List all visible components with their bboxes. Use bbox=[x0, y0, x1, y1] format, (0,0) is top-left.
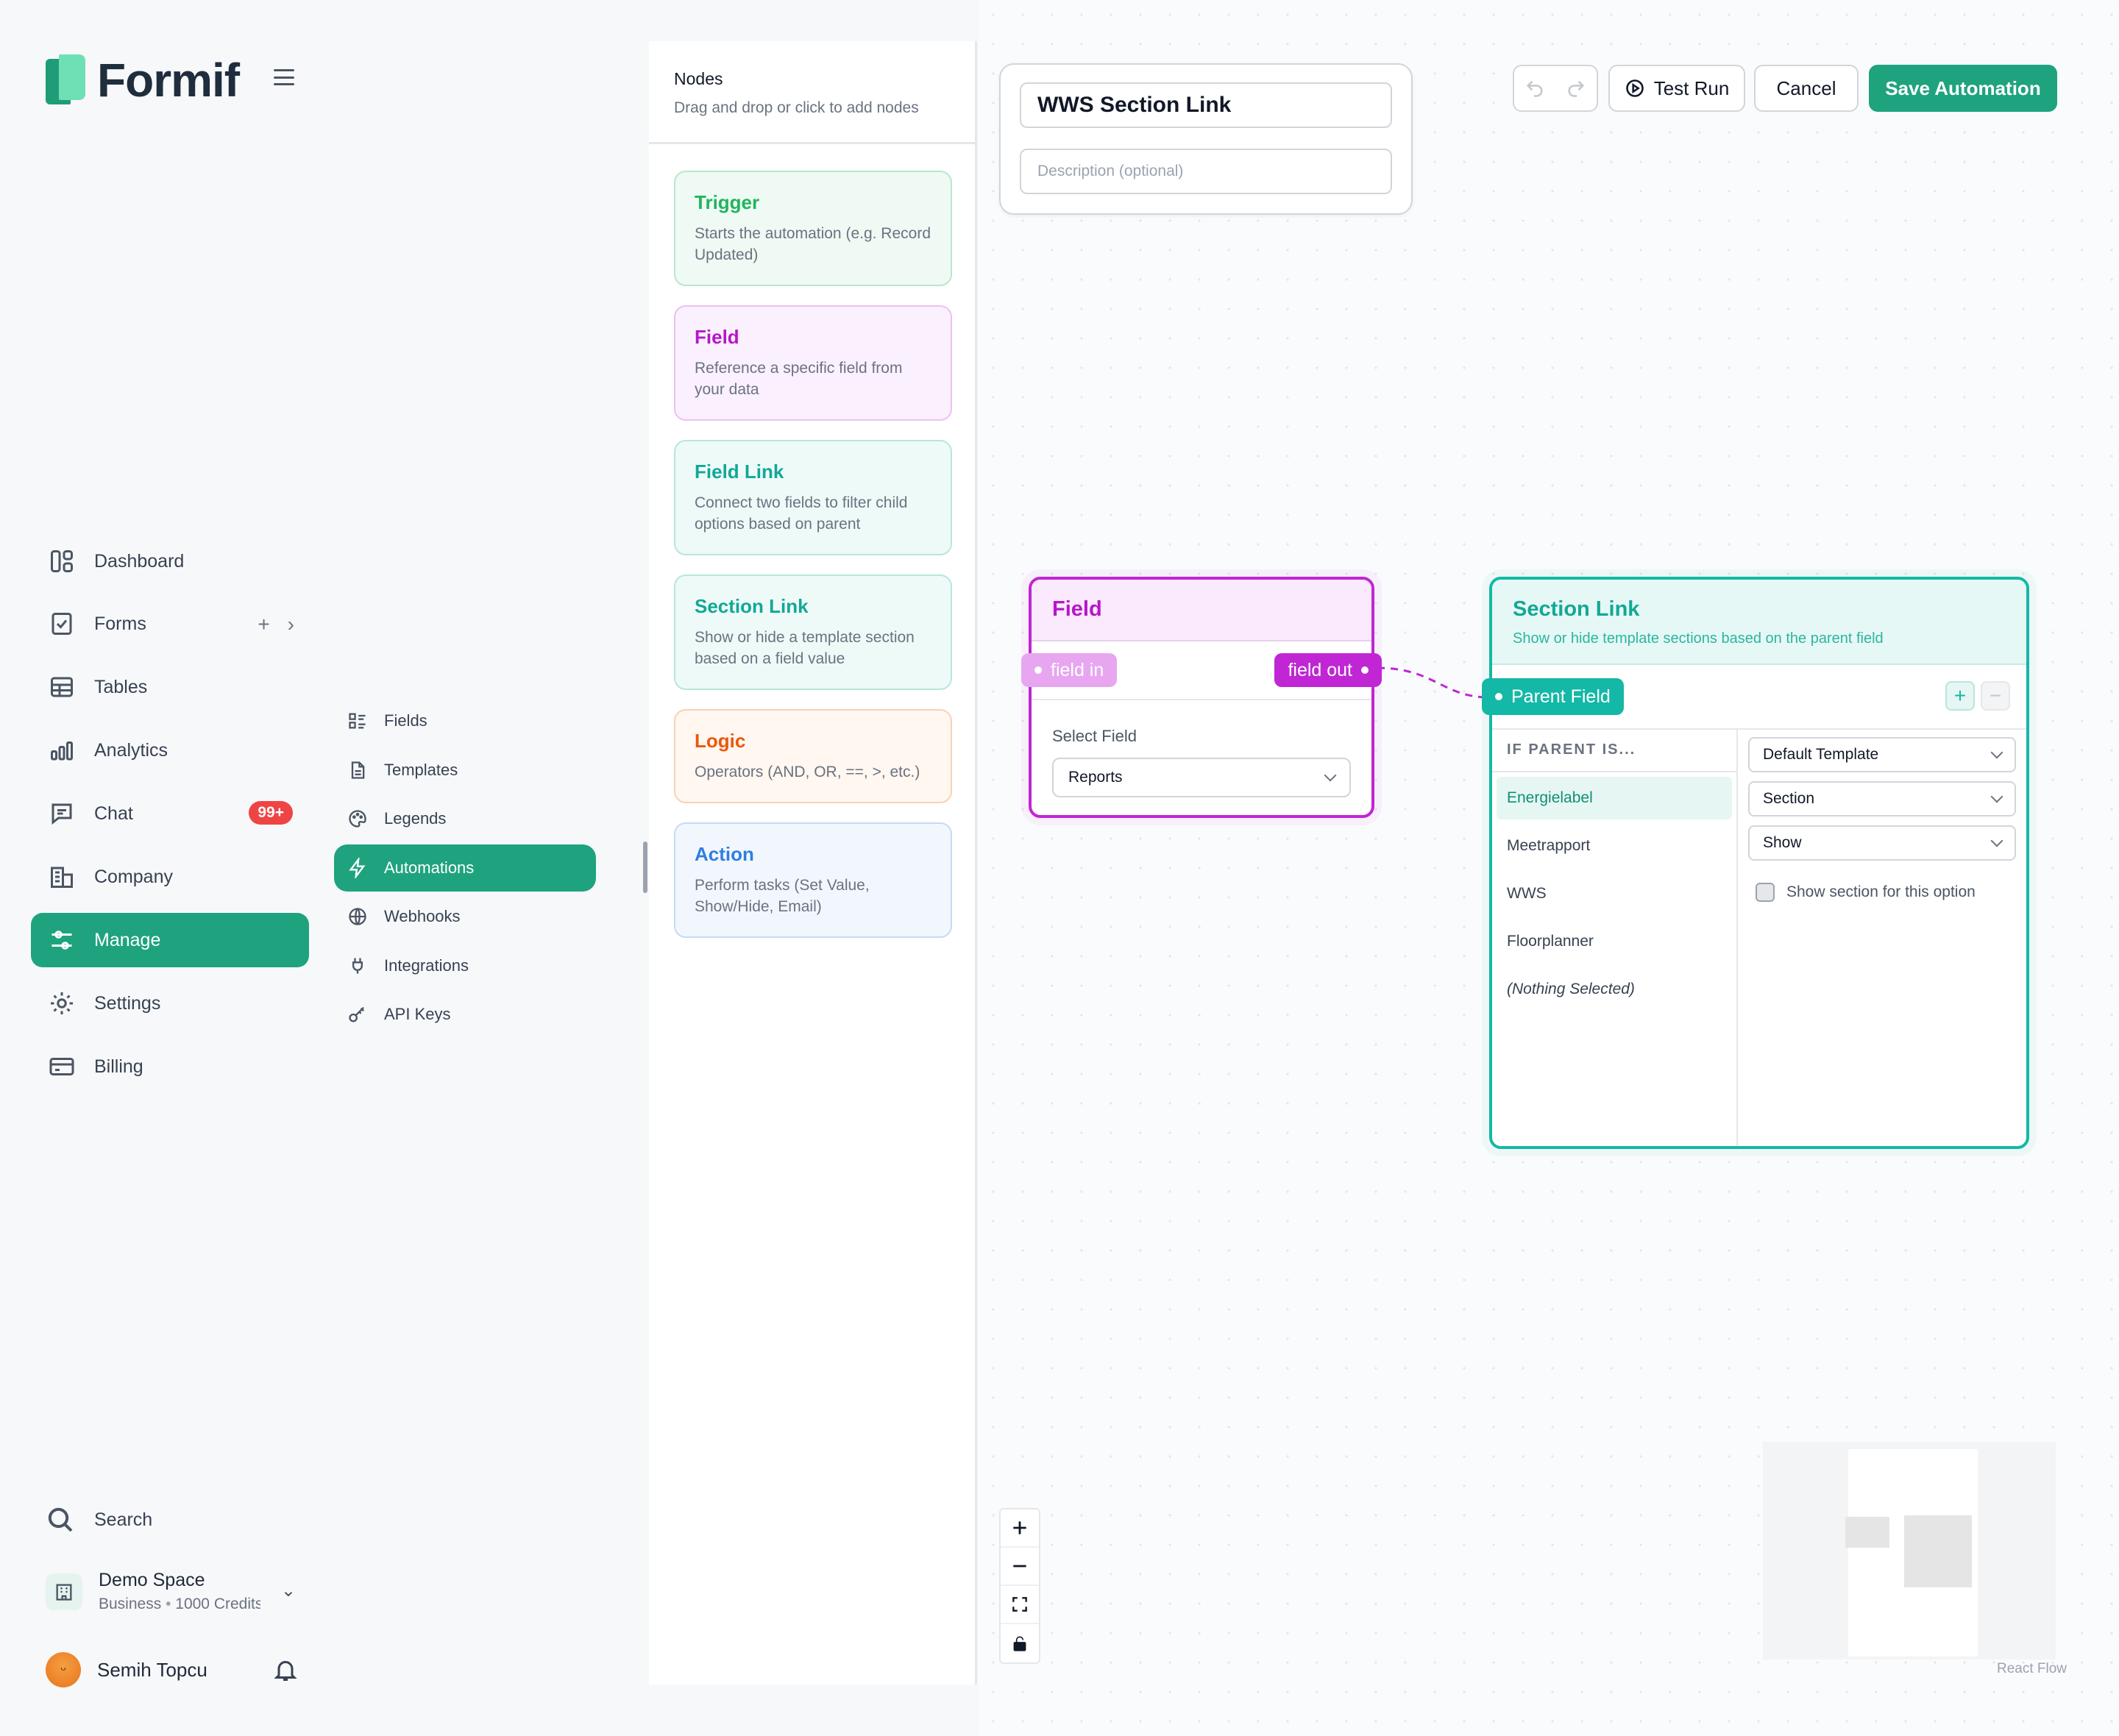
select-field-value: Reports bbox=[1068, 769, 1123, 786]
template-select[interactable]: Default Template bbox=[1748, 737, 2016, 772]
minimap-node bbox=[1845, 1517, 1889, 1548]
select-field-dropdown[interactable]: Reports bbox=[1052, 758, 1351, 797]
template-select-value: Default Template bbox=[1763, 746, 1879, 763]
minimap[interactable] bbox=[1763, 1442, 2056, 1659]
field-out-handle[interactable]: field out bbox=[1274, 653, 1382, 687]
chevron-down-icon bbox=[1990, 834, 2003, 847]
section-link-body: IF PARENT IS... Energielabel Meetrapport… bbox=[1492, 730, 2026, 1146]
parent-options-column: IF PARENT IS... Energielabel Meetrapport… bbox=[1492, 730, 1738, 1146]
action-select[interactable]: Show bbox=[1748, 825, 2016, 861]
parent-option[interactable]: WWS bbox=[1497, 872, 1732, 915]
section-link-handles: Parent Field + − bbox=[1482, 665, 2026, 730]
chevron-down-icon bbox=[1324, 769, 1337, 782]
section-link-node[interactable]: Section Link Show or hide template secti… bbox=[1482, 577, 2029, 1149]
field-node[interactable]: Field field in field out Select Field Re… bbox=[1021, 577, 1382, 818]
parent-option[interactable]: (Nothing Selected) bbox=[1497, 968, 1732, 1011]
canvas-controls bbox=[999, 1508, 1040, 1664]
section-link-title: Section Link bbox=[1513, 597, 1640, 621]
section-settings-column: Default Template Section Show Show secti… bbox=[1738, 730, 2026, 1146]
section-link-header: Section Link Show or hide template secti… bbox=[1492, 580, 2026, 665]
add-option-button[interactable]: + bbox=[1945, 681, 1975, 711]
parent-options-header: IF PARENT IS... bbox=[1492, 730, 1736, 772]
parent-field-handle[interactable]: Parent Field bbox=[1482, 678, 1624, 715]
fit-view-icon bbox=[1012, 1597, 1027, 1612]
zoom-out-button[interactable] bbox=[1001, 1548, 1039, 1586]
minimap-node bbox=[1904, 1515, 1972, 1587]
field-node-handles: field in field out bbox=[1021, 641, 1382, 700]
zoom-in-button[interactable] bbox=[1001, 1509, 1039, 1548]
action-select-value: Show bbox=[1763, 834, 1802, 851]
parent-option[interactable]: Floorplanner bbox=[1497, 920, 1732, 963]
select-field-label: Select Field bbox=[1052, 727, 1137, 745]
plus-icon bbox=[1013, 1521, 1026, 1534]
react-flow-attribution[interactable]: React Flow bbox=[1997, 1661, 2067, 1677]
field-in-handle[interactable]: field in bbox=[1021, 653, 1118, 687]
section-select[interactable]: Section bbox=[1748, 781, 2016, 817]
connection-edge[interactable] bbox=[1377, 666, 1490, 699]
minus-icon bbox=[1013, 1565, 1026, 1568]
parent-field-label: Parent Field bbox=[1511, 686, 1611, 707]
section-link-subtitle: Show or hide template sections based on … bbox=[1513, 630, 1884, 647]
chevron-down-icon bbox=[1990, 790, 2003, 803]
field-out-label: field out bbox=[1288, 659, 1352, 680]
lock-icon bbox=[1013, 1636, 1026, 1651]
chevron-down-icon bbox=[1990, 746, 2003, 759]
field-node-title: Field bbox=[1032, 580, 1371, 641]
parent-option[interactable]: Meetrapport bbox=[1497, 825, 1732, 867]
field-in-label: field in bbox=[1051, 659, 1104, 680]
show-section-checkbox-row[interactable]: Show section for this option bbox=[1756, 883, 2016, 902]
fit-view-button[interactable] bbox=[1001, 1586, 1039, 1624]
show-section-checkbox[interactable] bbox=[1756, 883, 1775, 902]
remove-option-button[interactable]: − bbox=[1981, 681, 2010, 711]
show-section-label: Show section for this option bbox=[1786, 883, 1976, 900]
section-select-value: Section bbox=[1763, 790, 1815, 807]
lock-button[interactable] bbox=[1001, 1624, 1039, 1662]
parent-option[interactable]: Energielabel bbox=[1497, 777, 1732, 819]
